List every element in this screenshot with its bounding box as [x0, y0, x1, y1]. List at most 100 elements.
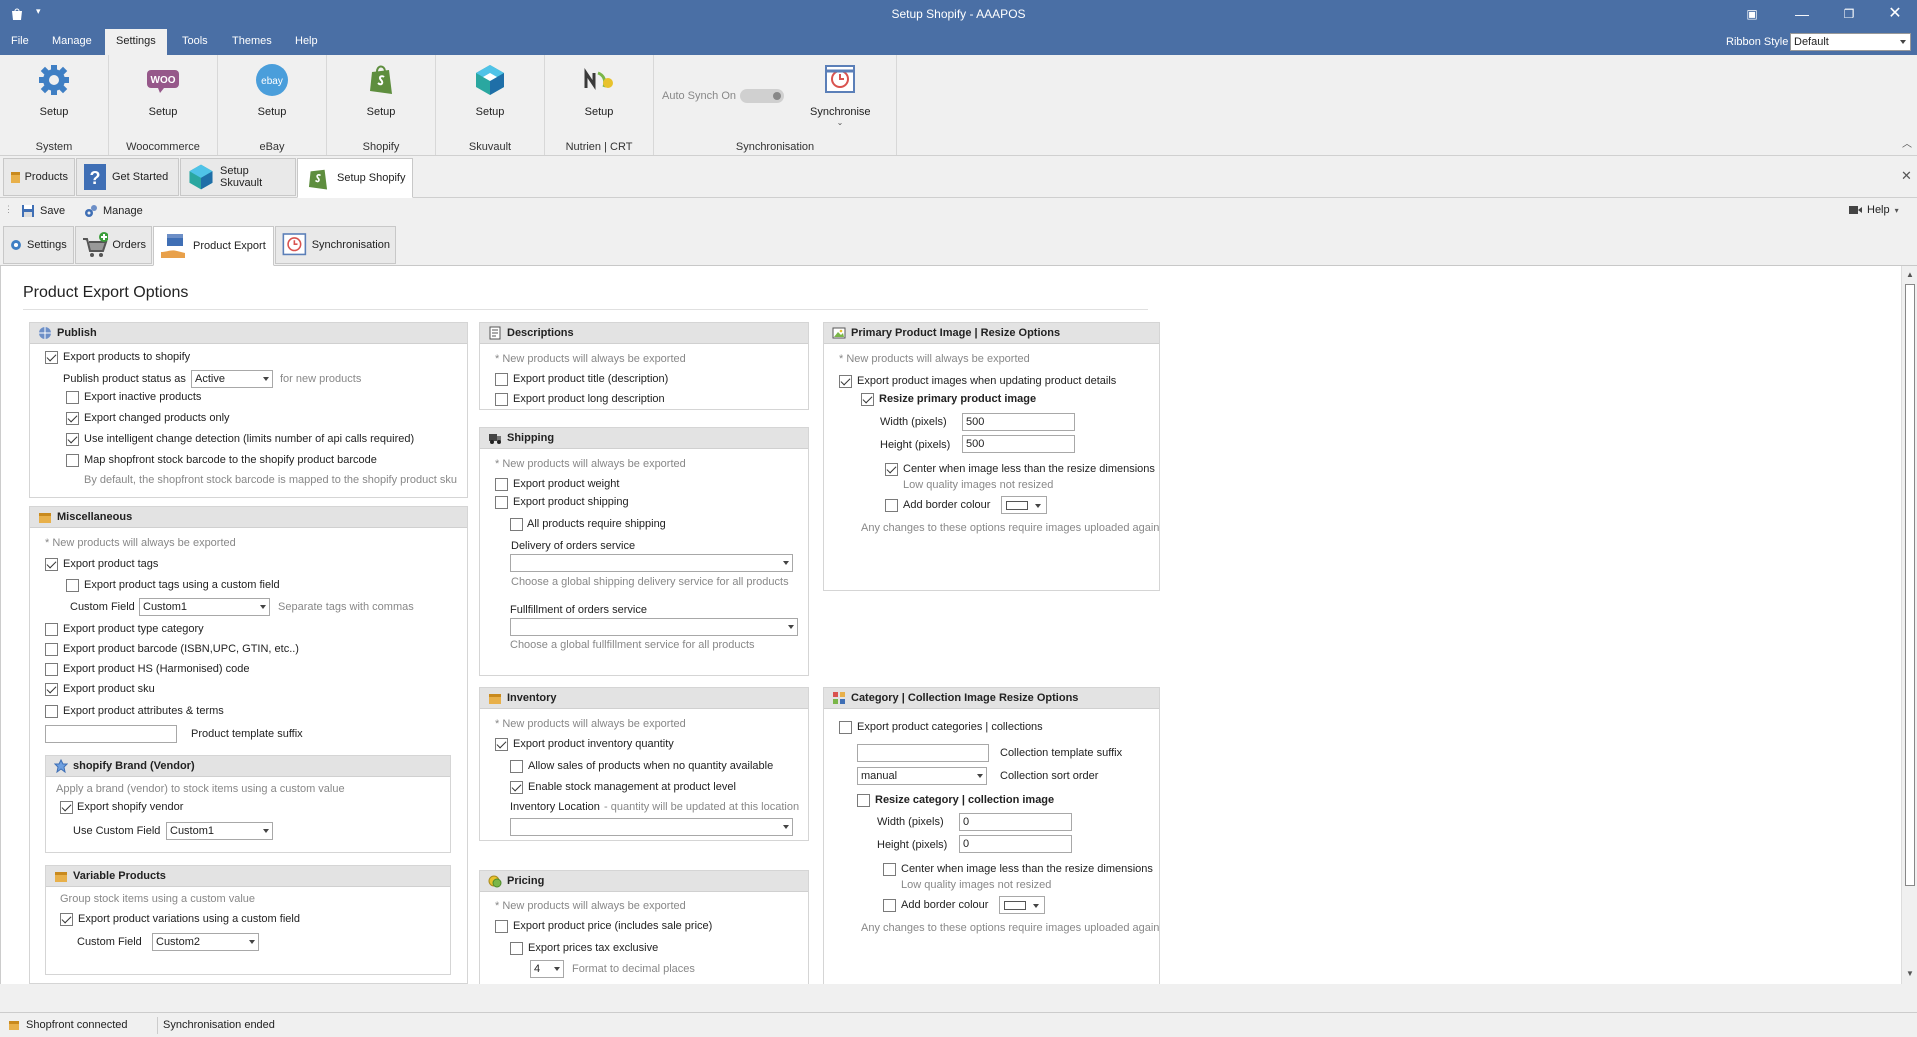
save-button[interactable]: Save — [21, 204, 65, 218]
category-border-checkbox[interactable] — [883, 899, 896, 912]
collapse-ribbon-icon[interactable]: ︿ — [1902, 135, 1912, 150]
menu-tools[interactable]: Tools — [182, 34, 208, 48]
export-quantity-label: Export product inventory quantity — [513, 738, 674, 750]
manage-button[interactable]: Manage — [84, 204, 143, 218]
fulfillment-service-select[interactable] — [510, 618, 798, 636]
collection-suffix-input[interactable] — [857, 744, 989, 762]
resize-category-checkbox[interactable] — [857, 794, 870, 807]
type-category-checkbox[interactable] — [45, 623, 58, 636]
scroll-up-icon[interactable]: ▲ — [1906, 270, 1914, 279]
category-height-input[interactable]: 0 — [959, 835, 1072, 853]
export-inactive-label: Export inactive products — [84, 391, 202, 403]
scrollbar-thumb[interactable] — [1905, 284, 1915, 886]
menu-bar: File Manage Settings Tools Themes Help R… — [0, 29, 1917, 55]
delivery-service-select[interactable] — [510, 554, 793, 572]
tags-custom-field-checkbox[interactable] — [66, 579, 79, 592]
menu-file[interactable]: File — [11, 34, 29, 48]
export-variations-checkbox[interactable] — [60, 913, 73, 926]
export-images-checkbox[interactable] — [839, 375, 852, 388]
doc-tab-setup-skuvault[interactable]: Setup Skuvault — [180, 158, 296, 196]
variable-custom-field-select[interactable]: Custom2 — [152, 933, 259, 951]
variable-custom-field-label: Custom Field — [77, 936, 142, 948]
decimal-places-select[interactable]: 4 — [530, 960, 564, 978]
setup-ebay-button[interactable]: ebay Setup — [242, 63, 302, 118]
auto-synch-toggle[interactable] — [740, 89, 784, 103]
menu-themes[interactable]: Themes — [232, 34, 272, 48]
category-border-colour-picker[interactable] — [999, 896, 1045, 914]
publish-status-select[interactable]: Active — [191, 370, 273, 388]
setup-woocommerce-button[interactable]: WOO Setup — [133, 63, 193, 118]
setup-system-button[interactable]: Setup — [24, 63, 84, 118]
export-categories-checkbox[interactable] — [839, 721, 852, 734]
require-shipping-checkbox[interactable] — [510, 518, 523, 531]
doc-tab-get-started[interactable]: ? Get Started — [76, 158, 179, 196]
intelligent-detection-checkbox[interactable] — [66, 433, 79, 446]
hs-code-checkbox[interactable] — [45, 663, 58, 676]
vendor-custom-field-select[interactable]: Custom1 — [166, 822, 273, 840]
export-price-checkbox[interactable] — [495, 920, 508, 933]
export-sku-checkbox[interactable] — [45, 683, 58, 696]
primary-height-input[interactable]: 500 — [962, 435, 1075, 453]
scroll-down-icon[interactable]: ▼ — [1906, 969, 1914, 978]
ribbon-display-icon[interactable]: ▣ — [1737, 4, 1767, 24]
doc-tab-setup-shopify[interactable]: Setup Shopify — [297, 158, 413, 198]
sub-tab-settings[interactable]: Settings — [3, 226, 74, 264]
minimize-icon[interactable]: — — [1787, 4, 1817, 24]
ribbon-style-select[interactable]: Default — [1790, 33, 1911, 51]
restore-icon[interactable]: ❐ — [1834, 4, 1864, 24]
primary-center-checkbox[interactable] — [885, 463, 898, 476]
require-shipping-label: All products require shipping — [527, 518, 666, 530]
synchronise-button[interactable]: Synchronise ⌄ — [810, 63, 871, 127]
close-icon[interactable]: ✕ — [1880, 4, 1910, 24]
export-quantity-checkbox[interactable] — [495, 738, 508, 751]
export-changed-checkbox[interactable] — [66, 412, 79, 425]
attributes-checkbox[interactable] — [45, 705, 58, 718]
export-title-checkbox[interactable] — [495, 373, 508, 386]
help-button[interactable]: Help ▾ — [1848, 204, 1899, 216]
product-template-suffix-label: Product template suffix — [191, 728, 303, 740]
delivery-service-hint: Choose a global shipping delivery servic… — [511, 576, 789, 588]
collection-sort-select[interactable]: manual — [857, 767, 987, 785]
sub-tab-synchronisation[interactable]: Synchronisation — [275, 226, 396, 264]
help-label: Help — [1867, 204, 1890, 216]
tags-custom-field-select[interactable]: Custom1 — [139, 598, 270, 616]
sub-tab-orders[interactable]: Orders — [75, 226, 152, 264]
primary-border-checkbox[interactable] — [885, 499, 898, 512]
close-tab-icon[interactable]: ✕ — [1901, 168, 1912, 184]
brand-header: shopify Brand (Vendor) — [46, 756, 450, 777]
menu-manage[interactable]: Manage — [52, 34, 92, 48]
category-center-checkbox[interactable] — [883, 863, 896, 876]
product-template-suffix-input[interactable] — [45, 725, 177, 743]
doc-tab-products[interactable]: Products — [3, 158, 75, 196]
tax-exclusive-checkbox[interactable] — [510, 942, 523, 955]
variable-header: Variable Products — [46, 866, 450, 887]
category-width-input[interactable]: 0 — [959, 813, 1072, 831]
export-inactive-checkbox[interactable] — [66, 391, 79, 404]
export-vendor-checkbox[interactable] — [60, 801, 73, 814]
menu-settings[interactable]: Settings — [105, 29, 167, 55]
export-shipping-checkbox[interactable] — [495, 496, 508, 509]
setup-shopify-button[interactable]: Setup — [351, 63, 411, 118]
export-products-checkbox[interactable] — [45, 351, 58, 364]
primary-border-colour-picker[interactable] — [1001, 496, 1047, 514]
vertical-scrollbar[interactable]: ▲ ▼ — [1901, 266, 1917, 984]
setup-nutrien-button[interactable]: Setup — [569, 63, 629, 118]
export-tags-checkbox[interactable] — [45, 558, 58, 571]
export-barcode-checkbox[interactable] — [45, 643, 58, 656]
menu-help[interactable]: Help — [295, 34, 318, 48]
group-label-nutrien: Nutrien | CRT — [565, 141, 633, 153]
resize-primary-checkbox[interactable] — [861, 393, 874, 406]
map-barcode-label: Map shopfront stock barcode to the shopi… — [84, 454, 377, 466]
primary-width-input[interactable]: 500 — [962, 413, 1075, 431]
allow-sales-checkbox[interactable] — [510, 760, 523, 773]
sub-tab-product-export[interactable]: Product Export — [153, 226, 274, 266]
stock-management-checkbox[interactable] — [510, 781, 523, 794]
tags-custom-field-value: Custom1 — [143, 601, 188, 613]
export-long-desc-checkbox[interactable] — [495, 393, 508, 406]
map-barcode-checkbox[interactable] — [66, 454, 79, 467]
gear-icon — [11, 240, 21, 250]
ribbon-group-nutrien: Setup Nutrien | CRT — [545, 55, 654, 155]
inventory-location-select[interactable] — [510, 818, 793, 836]
export-weight-checkbox[interactable] — [495, 478, 508, 491]
setup-skuvault-button[interactable]: Setup — [460, 63, 520, 118]
